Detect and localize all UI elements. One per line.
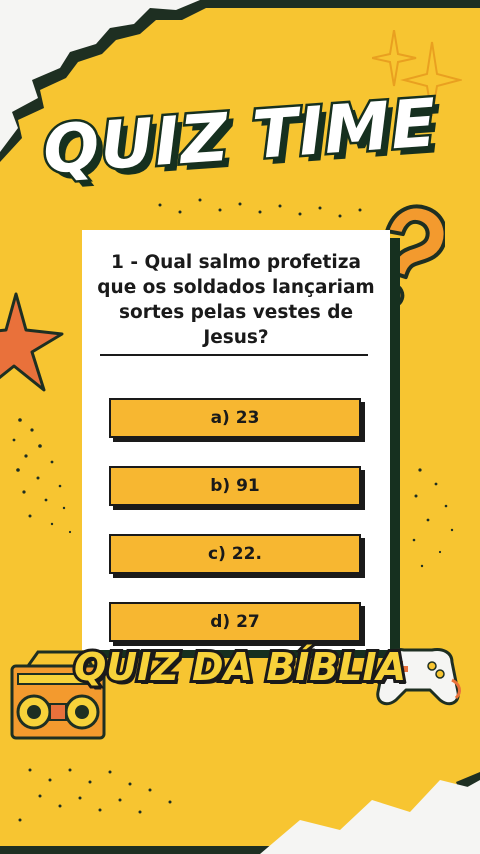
question-text: 1 - Qual salmo profetiza que os soldados…: [97, 252, 375, 348]
option-d-button[interactable]: d) 27: [109, 602, 361, 642]
option-a-button[interactable]: a) 23: [109, 398, 361, 438]
star-icon: [0, 292, 64, 392]
quiz-subtitle: QUIZ DA BÍBLIA: [71, 642, 409, 692]
question-divider: [100, 354, 368, 356]
option-c-button[interactable]: c) 22.: [109, 534, 361, 574]
option-b-button[interactable]: b) 91: [109, 466, 361, 506]
